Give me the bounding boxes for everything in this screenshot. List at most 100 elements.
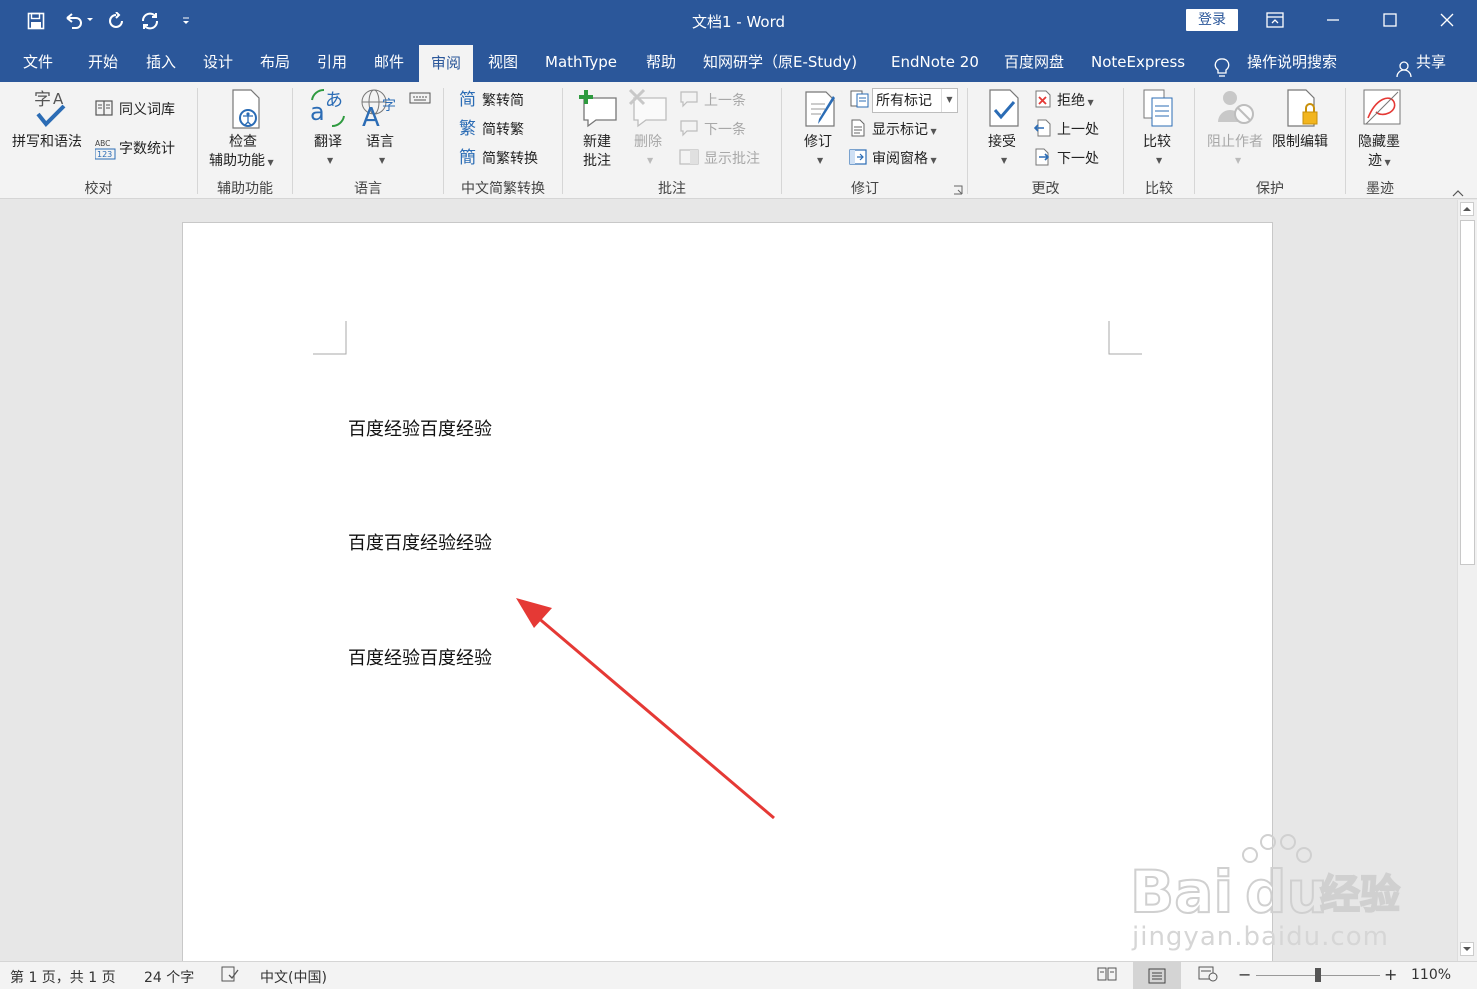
tab-help[interactable]: 帮助 — [646, 42, 676, 82]
page-count[interactable]: 第 1 页，共 1 页 — [10, 967, 116, 987]
word-count-icon[interactable]: ABC 123 — [94, 138, 117, 164]
traditional-to-simplified-button[interactable]: 繁转简 — [482, 90, 524, 110]
chinese-conversion-button[interactable]: 简繁转换 — [482, 148, 538, 168]
previous-comment-icon[interactable] — [679, 90, 699, 112]
translate-button[interactable]: 翻译 — [314, 131, 342, 151]
tab-layout[interactable]: 布局 — [260, 42, 290, 82]
accept-button[interactable]: 接受 — [988, 131, 1016, 151]
markup-display-icon[interactable] — [849, 89, 869, 113]
hide-ink-line1[interactable]: 隐藏墨 — [1358, 131, 1400, 151]
tab-view[interactable]: 视图 — [488, 42, 518, 82]
new-comment-line2[interactable]: 批注 — [583, 150, 611, 170]
minimize-icon[interactable] — [1304, 0, 1362, 40]
check-accessibility-icon[interactable] — [229, 88, 263, 134]
zoom-slider-thumb[interactable] — [1315, 968, 1321, 982]
keyboard-icon[interactable] — [409, 90, 431, 108]
hide-ink-icon[interactable] — [1362, 88, 1402, 132]
paragraph[interactable]: 百度经验百度经验 — [348, 415, 492, 441]
chevron-down-icon[interactable]: ▼ — [1001, 156, 1007, 165]
read-mode-icon[interactable] — [1097, 966, 1117, 986]
thesaurus-icon[interactable] — [95, 99, 113, 121]
thesaurus-button[interactable]: 同义词库 — [119, 99, 175, 119]
markup-select[interactable]: 所有标记 ▼ — [872, 88, 958, 113]
check-accessibility-line2[interactable]: 辅助功能 ▼ — [209, 150, 274, 170]
zoom-level[interactable]: 110% — [1411, 967, 1451, 983]
delete-comment-icon[interactable] — [628, 88, 668, 132]
tab-review[interactable]: 审阅 — [419, 45, 474, 82]
spelling-grammar-icon[interactable]: 字A — [34, 88, 68, 134]
new-comment-icon[interactable] — [578, 88, 618, 132]
tab-design[interactable]: 设计 — [203, 42, 233, 82]
reject-icon[interactable] — [1034, 90, 1052, 112]
scroll-thumb[interactable] — [1460, 220, 1475, 565]
dialog-launcher-icon[interactable] — [953, 183, 963, 199]
restrict-editing-button[interactable]: 限制编辑 — [1272, 131, 1328, 151]
check-accessibility-line1[interactable]: 检查 — [229, 131, 257, 151]
show-markup-button[interactable]: 显示标记 ▼ — [872, 119, 937, 139]
delete-comment-button[interactable]: 删除 — [634, 131, 662, 151]
language-status[interactable]: 中文(中国) — [260, 967, 327, 987]
login-button[interactable]: 登录 — [1186, 9, 1238, 31]
print-layout-button[interactable] — [1133, 962, 1181, 989]
compare-button[interactable]: 比较 — [1143, 131, 1171, 151]
tab-endnote[interactable]: EndNote 20 — [891, 42, 979, 82]
word-count[interactable]: 24 个字 — [144, 967, 194, 987]
chevron-down-icon[interactable]: ▼ — [647, 156, 653, 165]
previous-change-button[interactable]: 上一处 — [1057, 119, 1099, 139]
spelling-grammar-button[interactable]: 拼写和语法 — [12, 131, 82, 151]
simplified-to-traditional-button[interactable]: 简转繁 — [482, 119, 524, 139]
maximize-icon[interactable] — [1361, 0, 1419, 40]
track-changes-icon[interactable] — [803, 88, 839, 132]
tab-baidu-netdisk[interactable]: 百度网盘 — [1004, 42, 1064, 82]
show-markup-icon[interactable] — [849, 119, 867, 141]
track-changes-button[interactable]: 修订 — [804, 131, 832, 151]
tab-mathtype[interactable]: MathType — [545, 42, 617, 82]
block-authors-button[interactable]: 阻止作者 — [1207, 131, 1263, 151]
restrict-editing-icon[interactable] — [1285, 88, 1321, 132]
next-comment-button[interactable]: 下一条 — [704, 119, 746, 139]
ribbon-display-options-icon[interactable] — [1246, 0, 1304, 40]
scroll-down-icon[interactable] — [1460, 942, 1474, 960]
hide-ink-line2[interactable]: 迹 ▼ — [1368, 150, 1391, 170]
zoom-in-button[interactable]: + — [1384, 965, 1397, 984]
translate-icon[interactable]: aあ — [310, 88, 346, 132]
next-change-icon[interactable] — [1034, 148, 1052, 170]
simplified-to-traditional-icon[interactable]: 繁 — [459, 117, 479, 141]
proofing-status-icon[interactable] — [221, 966, 239, 986]
scroll-up-icon[interactable] — [1460, 202, 1474, 220]
tab-home[interactable]: 开始 — [88, 42, 118, 82]
word-count-button[interactable]: 字数统计 — [119, 138, 175, 158]
show-comments-icon[interactable] — [679, 148, 699, 170]
previous-comment-button[interactable]: 上一条 — [704, 90, 746, 110]
tab-mailings[interactable]: 邮件 — [374, 42, 404, 82]
close-icon[interactable] — [1418, 0, 1476, 40]
block-authors-icon[interactable] — [1216, 88, 1256, 132]
chevron-down-icon[interactable]: ▼ — [327, 156, 333, 165]
zoom-out-button[interactable]: − — [1238, 965, 1251, 984]
chevron-down-icon[interactable]: ▼ — [817, 156, 823, 165]
chevron-down-icon[interactable]: ▼ — [1156, 156, 1162, 165]
paragraph[interactable]: 百度百度经验经验 — [348, 529, 492, 555]
compare-icon[interactable] — [1142, 88, 1176, 132]
new-comment-line1[interactable]: 新建 — [583, 131, 611, 151]
tab-insert[interactable]: 插入 — [146, 42, 176, 82]
reject-button[interactable]: 拒绝 ▼ — [1057, 90, 1094, 110]
chinese-conversion-icon[interactable]: 簡 — [459, 146, 479, 170]
collapse-ribbon-icon[interactable] — [1452, 185, 1464, 201]
chevron-down-icon[interactable]: ▼ — [1235, 156, 1241, 165]
tab-references[interactable]: 引用 — [317, 42, 347, 82]
next-comment-icon[interactable] — [679, 119, 699, 141]
show-comments-button[interactable]: 显示批注 — [704, 148, 760, 168]
web-layout-icon[interactable] — [1198, 966, 1218, 986]
tab-cnki-estudy[interactable]: 知网研学（原E-Study) — [703, 42, 857, 82]
traditional-to-simplified-icon[interactable]: 简 — [459, 88, 479, 112]
language-icon[interactable]: A字 — [360, 88, 402, 133]
tab-noteexpress[interactable]: NoteExpress — [1091, 42, 1185, 82]
previous-change-icon[interactable] — [1033, 119, 1052, 141]
language-button[interactable]: 语言 — [366, 131, 394, 151]
reviewing-pane-button[interactable]: 审阅窗格 ▼ — [872, 148, 937, 168]
reviewing-pane-icon[interactable] — [849, 148, 867, 170]
accept-icon[interactable] — [987, 88, 1021, 132]
next-change-button[interactable]: 下一处 — [1057, 148, 1099, 168]
chevron-down-icon[interactable]: ▼ — [379, 156, 385, 165]
